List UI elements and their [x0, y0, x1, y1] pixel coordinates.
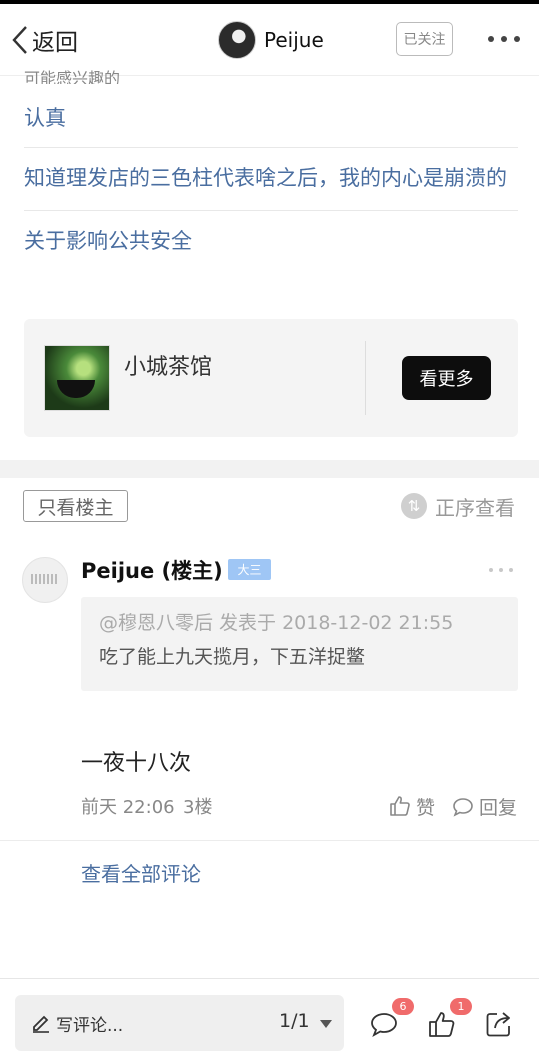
avatar[interactable] — [22, 557, 68, 603]
view-all-comments-link[interactable]: 查看全部评论 — [81, 858, 201, 887]
comment-placeholder: 写评论... — [56, 1016, 124, 1036]
more-icon[interactable] — [488, 32, 520, 46]
forum-thumbnail — [44, 345, 110, 411]
recommendations-label: 可能感兴趣的 — [24, 70, 121, 84]
reply-time: 前天 22:06 — [81, 797, 175, 818]
comment-input[interactable]: 写评论... 1/1 — [15, 995, 344, 1051]
share-icon[interactable] — [484, 1009, 514, 1039]
comment-icon — [371, 1013, 397, 1037]
dropdown-icon[interactable] — [320, 1020, 332, 1028]
pencil-icon — [33, 1015, 49, 1033]
page-indicator[interactable]: 1/1 — [279, 1010, 310, 1032]
sort-icon: ⇅ — [401, 493, 427, 519]
recommendation-item[interactable]: 知道理发店的三色柱代表啥之后，我的内心是崩溃的 — [24, 148, 518, 211]
like-label: 赞 — [416, 796, 436, 819]
recommendation-item[interactable]: 关于影响公共安全 — [24, 211, 518, 271]
comment-count-badge: 6 — [392, 998, 414, 1015]
quote-meta: @穆恩八零后 发表于 2018-12-02 21:55 — [99, 612, 454, 634]
like-count-badge: 1 — [450, 998, 472, 1015]
sort-order-button[interactable]: ⇅ 正序查看 — [401, 492, 515, 520]
recommendations-list: 认真 知道理发店的三色柱代表啥之后，我的内心是崩溃的 关于影响公共安全 — [24, 87, 518, 271]
sort-label: 正序查看 — [435, 495, 515, 520]
reply-author[interactable]: Peijue (楼主) — [81, 555, 223, 585]
divider — [0, 840, 539, 841]
recommendation-item[interactable]: 认真 — [24, 87, 518, 148]
divider — [365, 341, 366, 415]
header-username: Peijue — [264, 28, 324, 52]
more-icon[interactable] — [489, 566, 513, 574]
forum-name: 小城茶馆 — [124, 355, 213, 380]
back-chevron-icon — [12, 26, 27, 54]
header-user[interactable]: Peijue — [218, 20, 324, 60]
avatar[interactable] — [218, 21, 256, 59]
comment-icon — [453, 798, 473, 817]
thumbs-up-icon — [390, 796, 410, 816]
reply-floor: 3楼 — [183, 797, 213, 818]
level-badge: 大三 — [228, 559, 271, 580]
forum-card[interactable]: 小城茶馆 看更多 — [24, 319, 518, 437]
owner-only-button[interactable]: 只看楼主 — [23, 490, 128, 522]
see-more-button[interactable]: 看更多 — [402, 356, 491, 400]
section-divider — [0, 460, 539, 478]
reply-label: 回复 — [479, 796, 518, 819]
back-label: 返回 — [32, 30, 78, 56]
follow-button[interactable]: 已关注 — [396, 22, 453, 56]
quote-box: @穆恩八零后 发表于 2018-12-02 21:55 吃了能上九天揽月，下五洋… — [81, 597, 518, 691]
reply-body: 一夜十八次 — [81, 751, 192, 776]
reply-button[interactable]: 回复 — [451, 792, 517, 820]
quote-text: 吃了能上九天揽月，下五洋捉鳖 — [99, 646, 366, 668]
nav-header: 返回 Peijue 已关注 — [0, 4, 539, 76]
like-button[interactable]: 赞 — [388, 792, 435, 820]
back-button[interactable]: 返回 — [10, 22, 78, 58]
bottom-bar: 写评论... 1/1 6 1 — [0, 978, 539, 1056]
thumbs-up-icon — [429, 1012, 455, 1037]
